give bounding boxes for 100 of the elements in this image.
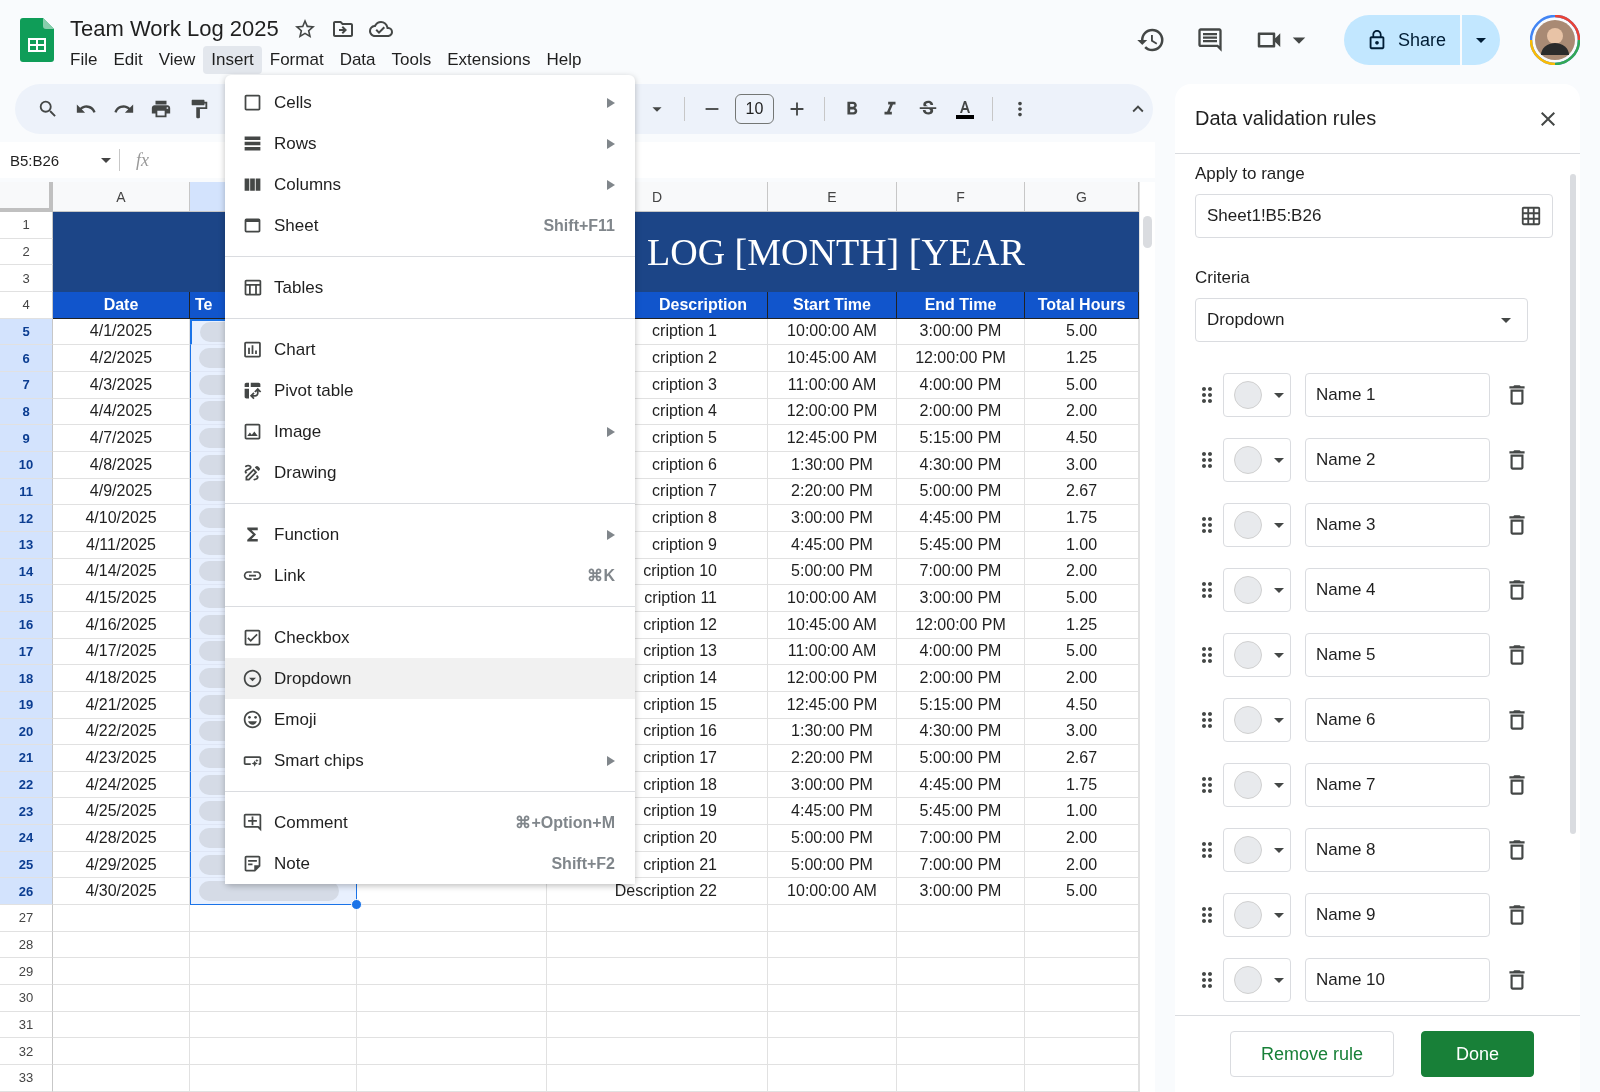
menu-item[interactable]: Data [331, 46, 384, 74]
menu-option[interactable]: Columns [225, 164, 635, 205]
row-number[interactable]: 30 [0, 985, 53, 1012]
row-number[interactable]: 20 [0, 718, 53, 746]
color-picker-button[interactable] [1223, 698, 1291, 742]
criteria-select[interactable]: Dropdown [1195, 298, 1528, 342]
document-title[interactable]: Team Work Log 2025 [70, 16, 279, 42]
menu-item[interactable]: Edit [105, 46, 151, 74]
color-picker-button[interactable] [1223, 763, 1291, 807]
row-number[interactable]: 6 [0, 345, 53, 372]
color-picker-button[interactable] [1223, 828, 1291, 872]
menu-option[interactable]: Image [225, 411, 635, 452]
color-picker-button[interactable] [1223, 893, 1291, 937]
share-button[interactable]: Share [1343, 15, 1460, 65]
column-header[interactable]: A [53, 182, 190, 212]
row-number[interactable]: 17 [0, 638, 53, 666]
row-number[interactable]: 13 [0, 531, 53, 559]
menu-option[interactable]: Tables [225, 267, 635, 308]
row-number[interactable]: 25 [0, 851, 53, 879]
font-size-field[interactable]: 10 [734, 94, 775, 124]
menu-item[interactable]: Format [261, 46, 332, 74]
column-header[interactable]: E [768, 182, 897, 212]
row-number[interactable]: 26 [0, 878, 53, 906]
row-number[interactable]: 16 [0, 611, 53, 639]
color-picker-button[interactable] [1223, 958, 1291, 1002]
option-input[interactable]: Name 1 [1305, 373, 1490, 417]
star-icon[interactable] [292, 17, 317, 41]
menu-option[interactable]: Note Shift+F2 [225, 843, 635, 884]
menu-item[interactable]: File [62, 46, 106, 74]
option-input[interactable]: Name 3 [1305, 503, 1490, 547]
option-input[interactable]: Name 4 [1305, 568, 1490, 612]
menu-option[interactable]: Smart chips [225, 740, 635, 781]
table-cell: 3:00:00 PM [897, 878, 1025, 906]
row-number[interactable]: 2 [0, 238, 53, 266]
color-picker-button[interactable] [1223, 438, 1291, 482]
menu-option[interactable]: Chart [225, 329, 635, 370]
option-input[interactable]: Name 7 [1305, 763, 1490, 807]
row-number[interactable]: 28 [0, 931, 53, 959]
fill-handle[interactable] [351, 899, 362, 910]
grid-icon[interactable] [1520, 205, 1542, 227]
option-input[interactable]: Name 10 [1305, 958, 1490, 1002]
remove-rule-button[interactable]: Remove rule [1230, 1031, 1395, 1077]
menu-option[interactable]: Function [225, 514, 635, 555]
row-number[interactable]: 19 [0, 691, 53, 719]
scrollbar-thumb[interactable] [1143, 216, 1152, 248]
option-input[interactable]: Name 9 [1305, 893, 1490, 937]
range-field[interactable]: Sheet1!B5:B26 [1195, 194, 1553, 238]
row-number[interactable]: 18 [0, 665, 53, 692]
row-number[interactable]: 32 [0, 1038, 53, 1066]
row-number[interactable]: 22 [0, 771, 53, 799]
menu-option[interactable]: Cells [225, 82, 635, 123]
row-number[interactable]: 14 [0, 558, 53, 586]
row-number[interactable]: 7 [0, 371, 53, 399]
row-number[interactable]: 21 [0, 745, 53, 772]
menu-item[interactable]: Insert [203, 46, 262, 74]
menu-item[interactable]: Extensions [439, 46, 539, 74]
row-number[interactable]: 4 [0, 292, 53, 319]
row-number[interactable]: 29 [0, 958, 53, 986]
menu-option[interactable]: Pivot table [225, 370, 635, 411]
menu-item[interactable]: Tools [383, 46, 440, 74]
menu-option[interactable]: Comment ⌘+Option+M [225, 802, 635, 843]
row-number[interactable]: 5 [0, 318, 53, 346]
option-input[interactable]: Name 6 [1305, 698, 1490, 742]
row-number[interactable]: 11 [0, 478, 53, 506]
menu-item[interactable]: View [150, 46, 204, 74]
done-button[interactable]: Done [1421, 1031, 1535, 1077]
row-number[interactable]: 15 [0, 585, 53, 612]
column-header[interactable]: F [897, 182, 1025, 212]
color-picker-button[interactable] [1223, 568, 1291, 612]
menu-option[interactable]: Checkbox [225, 617, 635, 658]
comment-icon[interactable] [1195, 26, 1224, 54]
row-number[interactable]: 23 [0, 798, 53, 826]
row-number[interactable]: 31 [0, 1011, 53, 1039]
menu-item[interactable]: Help [538, 46, 590, 74]
row-number[interactable]: 3 [0, 265, 53, 292]
menu-option[interactable]: Dropdown [225, 658, 635, 699]
row-number[interactable]: 12 [0, 505, 53, 532]
row-number[interactable]: 24 [0, 825, 53, 852]
menu-option[interactable]: Emoji [225, 699, 635, 740]
name-box[interactable]: B5:B26 [0, 149, 120, 171]
row-number[interactable]: 9 [0, 425, 53, 452]
color-picker-button[interactable] [1223, 633, 1291, 677]
scrollbar-thumb[interactable] [1570, 174, 1576, 834]
option-input[interactable]: Name 8 [1305, 828, 1490, 872]
menu-option[interactable]: Drawing [225, 452, 635, 493]
row-number[interactable]: 8 [0, 398, 53, 426]
sheets-logo[interactable] [20, 18, 54, 62]
row-number[interactable]: 1 [0, 212, 53, 239]
menu-option[interactable]: Rows [225, 123, 635, 164]
column-header[interactable]: G [1025, 182, 1139, 212]
row-number[interactable]: 27 [0, 905, 53, 932]
avatar[interactable] [1530, 15, 1580, 65]
option-input[interactable]: Name 5 [1305, 633, 1490, 677]
color-picker-button[interactable] [1223, 503, 1291, 547]
row-number[interactable]: 33 [0, 1065, 53, 1092]
row-number[interactable]: 10 [0, 451, 53, 479]
menu-option[interactable]: Sheet Shift+F11 [225, 205, 635, 246]
color-picker-button[interactable] [1223, 373, 1291, 417]
menu-option[interactable]: Link ⌘K [225, 555, 635, 596]
option-input[interactable]: Name 2 [1305, 438, 1490, 482]
